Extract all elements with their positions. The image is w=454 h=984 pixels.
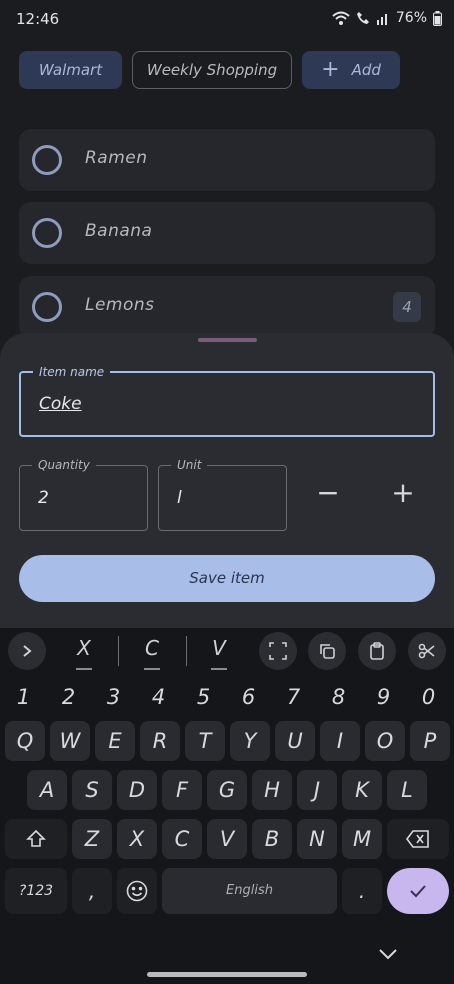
item-quantity-badge: 4	[393, 292, 421, 322]
item-name-field[interactable]: Item name	[19, 364, 435, 437]
cut-icon[interactable]	[408, 632, 446, 670]
digit-key[interactable]: 2	[46, 680, 91, 714]
letter-key[interactable]: H	[252, 770, 292, 810]
digit-key[interactable]: 1	[1, 680, 46, 714]
suggestion-chip[interactable]: V	[199, 636, 239, 670]
letter-key[interactable]: M	[342, 819, 382, 859]
list-item[interactable]: Banana	[19, 202, 435, 264]
letter-key[interactable]: U	[275, 721, 315, 761]
keyboard: X C V 1 2 3 4 5 6 7 8 9 0 Q W E R T Y U …	[0, 628, 454, 984]
letter-key[interactable]: R	[140, 721, 180, 761]
digit-key[interactable]: 6	[226, 680, 271, 714]
letter-key[interactable]: T	[185, 721, 225, 761]
store-chip[interactable]: Walmart	[19, 51, 122, 89]
digit-key[interactable]: 5	[181, 680, 226, 714]
comma-key[interactable]: ,	[72, 868, 112, 914]
drag-handle[interactable]	[198, 338, 257, 342]
hide-keyboard-chevron-icon[interactable]	[376, 944, 400, 964]
digit-key[interactable]: 8	[316, 680, 361, 714]
letter-key[interactable]: P	[410, 721, 450, 761]
letter-key[interactable]: Q	[5, 721, 45, 761]
save-item-button[interactable]: Save item	[19, 555, 435, 602]
item-checkbox[interactable]	[32, 292, 62, 322]
call-icon	[356, 11, 370, 25]
item-label: Lemons	[85, 295, 155, 315]
letter-key[interactable]: B	[252, 819, 292, 859]
select-area-icon[interactable]	[259, 632, 297, 670]
suggestion-chip[interactable]: X	[64, 636, 104, 670]
item-name-input[interactable]	[21, 373, 433, 435]
letter-key[interactable]: K	[342, 770, 382, 810]
home-indicator[interactable]	[147, 972, 307, 977]
suggestion-divider	[118, 636, 119, 666]
digit-key[interactable]: 4	[136, 680, 181, 714]
unit-field[interactable]: Unit	[158, 457, 287, 531]
quantity-field[interactable]: Quantity	[19, 457, 148, 531]
symbols-key[interactable]: ?123	[5, 868, 67, 914]
battery-icon	[433, 10, 442, 26]
keyboard-toolbar: X C V	[0, 628, 454, 674]
store-chip-label: Walmart	[38, 61, 103, 79]
backspace-key[interactable]	[387, 819, 449, 859]
letter-key[interactable]: X	[117, 819, 157, 859]
emoji-key[interactable]	[117, 868, 157, 914]
suggestion-divider	[186, 636, 187, 666]
plus-icon: +	[321, 57, 340, 82]
letter-key[interactable]: A	[27, 770, 67, 810]
digit-key[interactable]: 9	[361, 680, 406, 714]
backspace-icon	[406, 830, 429, 848]
letter-key[interactable]: Y	[230, 721, 270, 761]
emoji-icon	[126, 880, 148, 902]
period-key[interactable]: .	[342, 868, 382, 914]
letter-key[interactable]: C	[162, 819, 202, 859]
letter-key[interactable]: L	[387, 770, 427, 810]
unit-input[interactable]	[159, 466, 286, 530]
letter-key[interactable]: E	[95, 721, 135, 761]
decrement-button[interactable]: −	[306, 471, 350, 515]
digit-key[interactable]: 3	[91, 680, 136, 714]
letter-key[interactable]: F	[162, 770, 202, 810]
status-time: 12:46	[16, 10, 60, 28]
space-key[interactable]: English	[162, 868, 337, 914]
letter-key[interactable]: I	[320, 721, 360, 761]
letter-key[interactable]: O	[365, 721, 405, 761]
item-checkbox[interactable]	[32, 218, 62, 248]
shift-key[interactable]	[5, 819, 67, 859]
status-icons: 76%	[332, 10, 442, 26]
copy-icon[interactable]	[308, 632, 346, 670]
letter-key[interactable]: N	[297, 819, 337, 859]
battery-percent: 76%	[395, 10, 427, 26]
letter-key[interactable]: D	[117, 770, 157, 810]
item-checkbox[interactable]	[32, 145, 62, 175]
letter-key[interactable]: S	[72, 770, 112, 810]
list-chip-label: Weekly Shopping	[146, 61, 278, 79]
letter-key[interactable]: J	[297, 770, 337, 810]
add-list-button[interactable]: + Add	[302, 51, 400, 89]
enter-key[interactable]	[387, 868, 449, 914]
status-bar: 12:46 76%	[0, 0, 454, 40]
letter-key[interactable]: V	[207, 819, 247, 859]
clipboard-icon[interactable]	[358, 632, 396, 670]
quantity-input[interactable]	[20, 466, 147, 530]
letter-key[interactable]: Z	[72, 819, 112, 859]
item-label: Ramen	[85, 148, 148, 168]
digit-key[interactable]: 0	[406, 680, 451, 714]
shift-icon	[26, 829, 46, 847]
digit-key[interactable]: 7	[271, 680, 316, 714]
signal-icon	[376, 11, 390, 25]
letter-key[interactable]: W	[50, 721, 90, 761]
list-item[interactable]: Lemons 4	[19, 276, 435, 338]
suggestion-chip[interactable]: C	[132, 636, 172, 670]
list-chip[interactable]: Weekly Shopping	[132, 51, 292, 89]
increment-button[interactable]: +	[381, 471, 425, 515]
list-item[interactable]: Ramen	[19, 129, 435, 191]
wifi-icon	[332, 11, 350, 25]
check-icon	[410, 885, 426, 898]
item-label: Banana	[85, 221, 153, 241]
letter-key[interactable]: G	[207, 770, 247, 810]
expand-toolbar-icon[interactable]	[8, 632, 46, 670]
add-list-label: Add	[351, 61, 381, 79]
add-item-sheet: Item name Quantity Unit − + Save item	[0, 333, 454, 628]
